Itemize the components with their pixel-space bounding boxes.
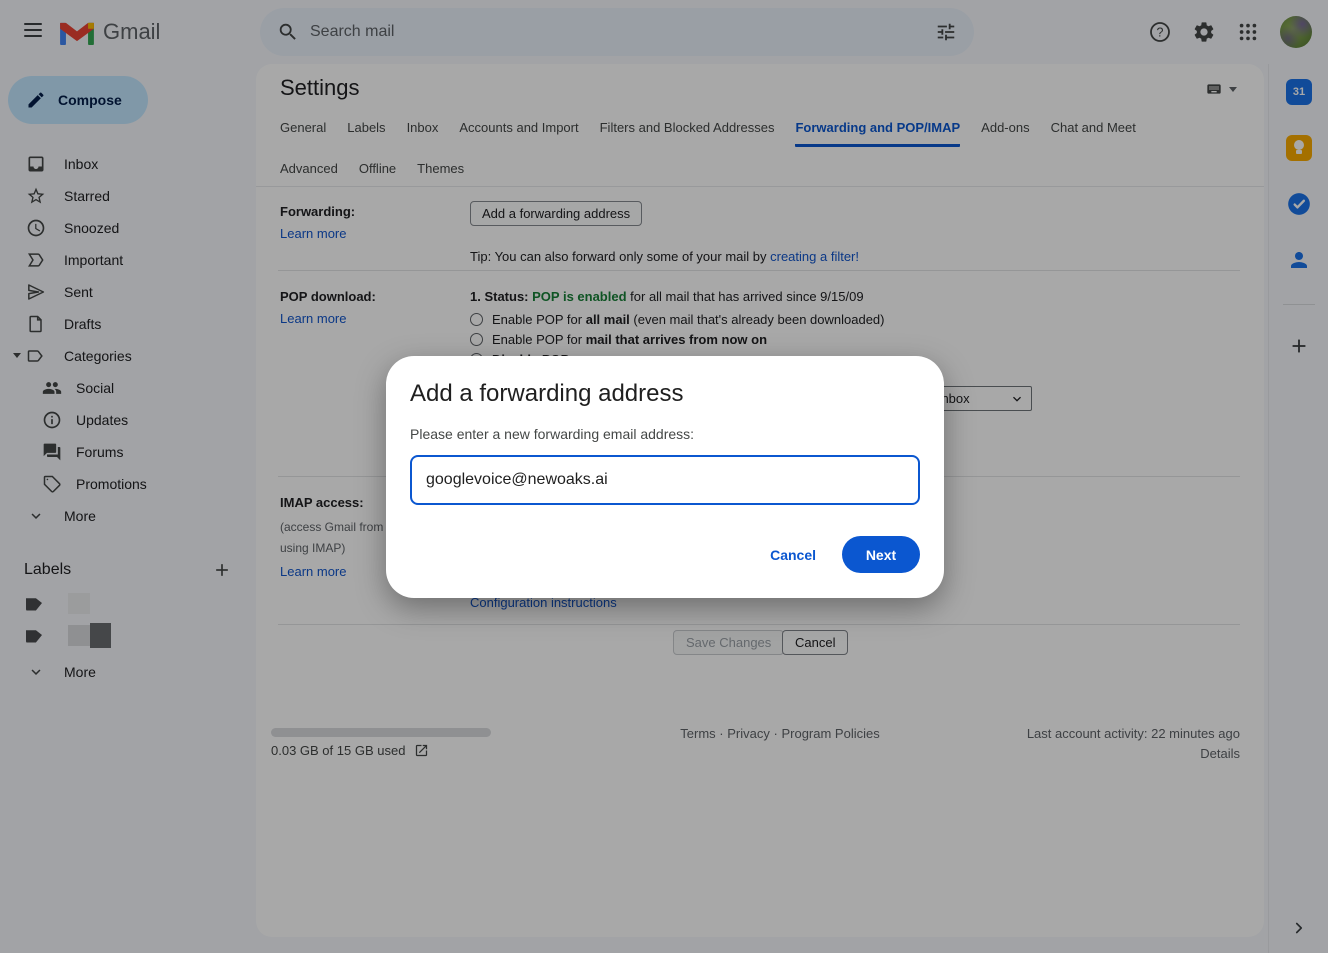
dialog-cancel-button[interactable]: Cancel — [770, 547, 816, 563]
dialog-next-button[interactable]: Next — [842, 536, 920, 573]
gmail-settings-page: Gmail ? Compose — [0, 0, 1328, 953]
forwarding-email-input[interactable] — [410, 455, 920, 505]
dialog-actions: Cancel Next — [770, 536, 920, 573]
dialog-title: Add a forwarding address — [410, 380, 684, 408]
add-forwarding-address-dialog: Add a forwarding address Please enter a … — [386, 356, 944, 598]
dialog-instruction: Please enter a new forwarding email addr… — [410, 426, 694, 442]
